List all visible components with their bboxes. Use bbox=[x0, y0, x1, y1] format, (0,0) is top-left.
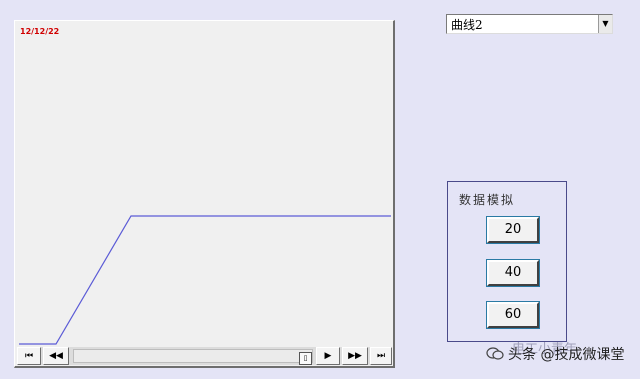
trend-plot bbox=[19, 215, 391, 345]
trend-curve-line bbox=[19, 215, 391, 345]
play-button[interactable]: ▶ bbox=[316, 347, 340, 365]
simulate-20-button[interactable]: 20 bbox=[486, 216, 540, 244]
watermark: 头条 @技成微课堂 bbox=[486, 344, 624, 365]
trend-toolbar: ⏮ ◀◀ ▯ ▶ ▶▶ ⏭ bbox=[17, 347, 392, 365]
trend-view: 12/12/22 ⏮ ◀◀ ▯ ▶ ▶▶ ⏭ bbox=[14, 20, 395, 368]
watermark-text: 头条 @技成微课堂 bbox=[508, 347, 625, 363]
curve-select-value: 曲线2 bbox=[451, 18, 483, 32]
scroll-track[interactable]: ▯ bbox=[73, 349, 313, 365]
curve-select[interactable]: 曲线2 ▼ bbox=[446, 14, 613, 34]
last-button[interactable]: ⏭ bbox=[370, 347, 392, 365]
fast-forward-button[interactable]: ▶▶ bbox=[342, 347, 368, 365]
chevron-down-icon[interactable]: ▼ bbox=[598, 15, 612, 33]
chat-bubble-icon bbox=[486, 347, 504, 365]
panel-title: 数据模拟 bbox=[459, 193, 516, 207]
scroll-thumb[interactable]: ▯ bbox=[299, 352, 312, 365]
data-simulation-panel: 数据模拟 20 40 60 bbox=[447, 181, 567, 342]
simulate-40-button[interactable]: 40 bbox=[486, 259, 540, 287]
first-button[interactable]: ⏮ bbox=[17, 347, 41, 365]
simulate-60-button[interactable]: 60 bbox=[486, 301, 540, 329]
rewind-button[interactable]: ◀◀ bbox=[43, 347, 69, 365]
